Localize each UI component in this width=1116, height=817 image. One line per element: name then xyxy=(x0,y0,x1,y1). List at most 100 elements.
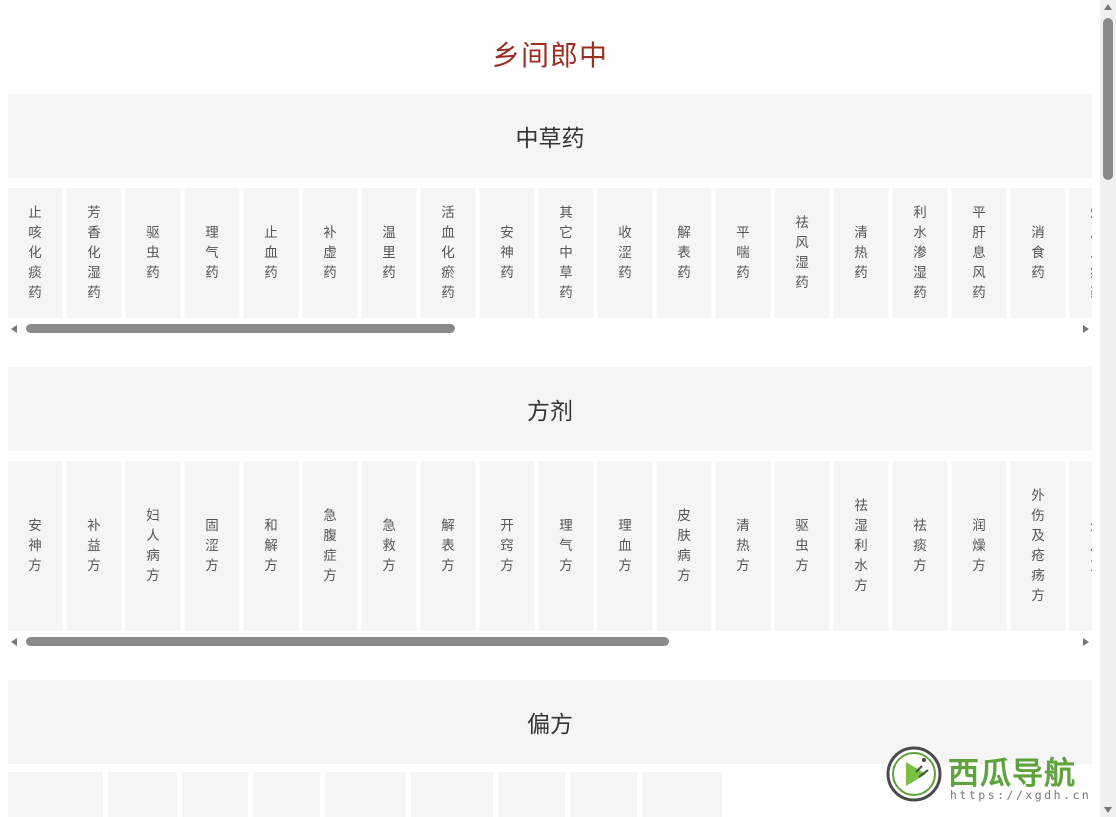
category-tile-label: 开窍方 xyxy=(500,518,514,574)
category-tile-label: 祛风湿药 xyxy=(795,215,809,291)
category-tile[interactable]: 理气药 xyxy=(185,188,239,318)
category-tile[interactable]: 理血方 xyxy=(598,461,652,631)
category-tile-label: 止咳化痰药 xyxy=(28,205,42,301)
category-tile-label: 固涩方 xyxy=(205,518,219,574)
category-tile[interactable]: 熄风止痉药 xyxy=(1070,188,1092,318)
category-tile[interactable]: 清热方 xyxy=(716,461,770,631)
category-tile[interactable]: 止血药 xyxy=(244,188,298,318)
category-tile[interactable] xyxy=(570,772,637,817)
category-tile[interactable]: 消食药 xyxy=(1011,188,1065,318)
category-tile-label: 皮肤病方 xyxy=(677,508,691,584)
category-tile[interactable]: 皮肤病方 xyxy=(657,461,711,631)
category-tile-label: 祛痰方 xyxy=(913,518,927,574)
scrollbar-thumb[interactable] xyxy=(1103,18,1113,180)
category-tile-label: 解表药 xyxy=(677,225,691,281)
section-header-herbs: 中草药 xyxy=(8,94,1092,178)
category-tile[interactable]: 急救方 xyxy=(362,461,416,631)
category-tile[interactable] xyxy=(108,772,177,817)
category-tile-label: 补虚药 xyxy=(323,225,337,281)
watermark-brand-text: 西瓜导航 xyxy=(948,756,1076,792)
category-tile[interactable]: 安神方 xyxy=(8,461,62,631)
category-tile[interactable]: 平肝息风药 xyxy=(952,188,1006,318)
folk-remedy-category-strip[interactable] xyxy=(8,772,727,817)
category-tile-label: 熄风止痉药 xyxy=(1089,203,1092,303)
formula-strip-scrollbar[interactable] xyxy=(8,636,1092,648)
watermark-url-text: https://xgdh.cn xyxy=(950,788,1092,802)
category-tile[interactable]: 和解方 xyxy=(244,461,298,631)
scroll-down-arrow-icon[interactable] xyxy=(1104,807,1112,813)
category-tile[interactable]: 其它中草药 xyxy=(539,188,593,318)
category-tile[interactable]: 平喘药 xyxy=(716,188,770,318)
category-tile[interactable] xyxy=(325,772,406,817)
category-tile[interactable]: 急腹症方 xyxy=(303,461,357,631)
category-tile-label: 活血化瘀药 xyxy=(441,205,455,301)
category-tile-label: 芳香化湿药 xyxy=(87,205,101,301)
category-tile-label: 平喘药 xyxy=(736,225,750,281)
category-tile[interactable]: 妇人病方 xyxy=(126,461,180,631)
category-tile[interactable]: 止咳化痰药 xyxy=(8,188,62,318)
category-tile[interactable]: 清热药 xyxy=(834,188,888,318)
category-tile[interactable]: 解表方 xyxy=(421,461,475,631)
scroll-up-arrow-icon[interactable] xyxy=(1104,4,1112,10)
category-tile[interactable]: 外伤及疮疡方 xyxy=(1011,461,1065,631)
category-tile[interactable]: 温里药 xyxy=(362,188,416,318)
category-tile[interactable] xyxy=(411,772,493,817)
category-tile-label: 润燥方 xyxy=(972,518,986,574)
scrollbar-thumb[interactable] xyxy=(26,324,455,333)
formula-category-list: 安神方 补益方 妇人病方 固涩方 和解方 急腹症方 急救方 解表方 开窍方 理气方 理血方 皮肤病方 清… xyxy=(8,461,1092,631)
category-tile-label: 止血药 xyxy=(264,225,278,281)
category-tile[interactable]: 驱虫方 xyxy=(775,461,829,631)
category-tile[interactable]: 补益方 xyxy=(67,461,121,631)
category-tile-label: 理气方 xyxy=(559,518,573,574)
herb-strip-scrollbar[interactable] xyxy=(8,323,1092,335)
category-tile[interactable]: 驱虫药 xyxy=(126,188,180,318)
category-tile-label: 理血方 xyxy=(618,518,632,574)
scroll-left-arrow-icon[interactable] xyxy=(11,638,17,646)
category-tile[interactable] xyxy=(642,772,722,817)
category-tile[interactable]: 利水渗湿药 xyxy=(893,188,947,318)
category-tile[interactable]: 活血化瘀药 xyxy=(421,188,475,318)
page-title: 乡间郎中 xyxy=(491,39,608,72)
scroll-left-arrow-icon[interactable] xyxy=(11,325,17,333)
category-tile-label: 补益方 xyxy=(87,518,101,574)
category-tile-label: 外伤及疮疡方 xyxy=(1031,488,1045,604)
category-tile-label: 妇人病方 xyxy=(146,508,160,584)
category-tile-label: 利水渗湿药 xyxy=(913,205,927,301)
category-tile[interactable]: 润燥方 xyxy=(952,461,1006,631)
category-tile[interactable]: 芳香化湿药 xyxy=(67,188,121,318)
page: 乡间郎中 中草药 止咳化痰药 芳香化湿药 驱虫药 理气药 止血药 补虚药 温里药 活血化瘀药安… xyxy=(0,0,1116,817)
category-tile[interactable]: 解表药 xyxy=(657,188,711,318)
scrollbar-thumb[interactable] xyxy=(26,637,669,646)
category-tile[interactable] xyxy=(182,772,248,817)
category-tile[interactable]: 祛痰方 xyxy=(893,461,947,631)
category-tile-label: 清热方 xyxy=(736,518,750,574)
category-tile[interactable]: 补虚药 xyxy=(303,188,357,318)
page-vertical-scrollbar[interactable] xyxy=(1100,0,1116,817)
category-tile[interactable]: 安神药 xyxy=(480,188,534,318)
category-tile-label: 理气药 xyxy=(205,225,219,281)
category-tile[interactable] xyxy=(253,772,320,817)
formula-category-strip[interactable]: 安神方 补益方 妇人病方 固涩方 和解方 急腹症方 急救方 解表方 开窍方 理气方 理血方 皮肤病方 清… xyxy=(8,461,1092,631)
category-tile[interactable] xyxy=(8,772,103,817)
section-header-formulas: 方剂 xyxy=(8,367,1092,451)
category-tile-label: 平肝息风药 xyxy=(972,205,986,301)
category-tile-label: 急腹症方 xyxy=(323,508,337,584)
category-tile-label: 驱虫药 xyxy=(146,225,160,281)
site-watermark: 西瓜导航 https://xgdh.cn xyxy=(886,746,1100,804)
category-tile-label: 其它中草药 xyxy=(559,205,573,301)
category-tile[interactable]: 开窍方 xyxy=(480,461,534,631)
category-tile[interactable]: 收涩药 xyxy=(598,188,652,318)
category-tile-label: 收涩药 xyxy=(618,225,632,281)
category-tile-label: 清热药 xyxy=(854,225,868,281)
scroll-right-arrow-icon[interactable] xyxy=(1083,325,1089,333)
category-tile[interactable]: 理气方 xyxy=(539,461,593,631)
category-tile[interactable]: 固涩方 xyxy=(185,461,239,631)
scroll-right-arrow-icon[interactable] xyxy=(1083,638,1089,646)
category-tile[interactable] xyxy=(498,772,565,817)
category-tile[interactable]: 外用方 xyxy=(1070,461,1092,631)
herb-category-strip[interactable]: 止咳化痰药 芳香化湿药 驱虫药 理气药 止血药 补虚药 温里药 活血化瘀药 安神药 其它中草药 收涩… xyxy=(8,188,1092,318)
category-tile[interactable]: 祛湿利水方 xyxy=(834,461,888,631)
category-tile[interactable]: 祛风湿药 xyxy=(775,188,829,318)
category-tile-label: 祛湿利水方 xyxy=(854,498,868,594)
herb-category-list: 止咳化痰药 芳香化湿药 驱虫药 理气药 止血药 补虚药 温里药 活血化瘀药 安神药 其它中草药 收涩… xyxy=(8,188,1092,318)
